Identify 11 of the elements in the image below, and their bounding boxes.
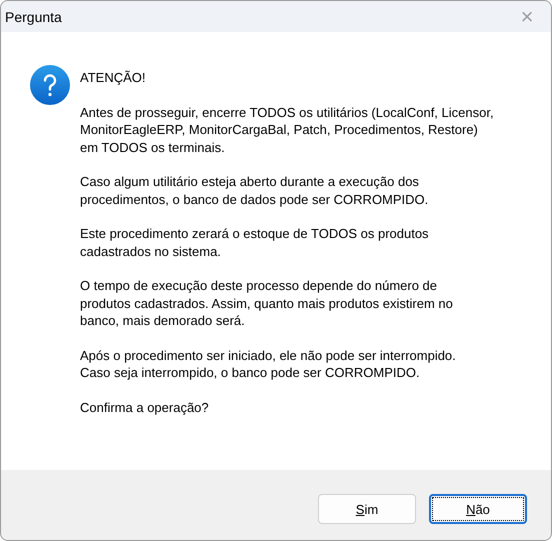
window-title: Pergunta [5,8,62,24]
message-paragraph: Este procedimento zerará o estoque de TODOS os produtos cadastrados no sistema. [80,225,430,260]
dialog-button[interactable]: Sim [318,494,416,524]
message-paragraph: Caso algum utilitário esteja aberto durante a execução dos procedimentos, o banco de dados pode ser CORROMPIDO. [80,173,430,208]
question-icon [30,65,70,105]
message-paragraph: Após o procedimento ser iniciado, ele não pode ser interrompido. Caso seja interrompido, o banco pode ser CORROMPIDO. [80,346,457,382]
message-heading: ATENÇÃO! [80,69,146,86]
dialog-button[interactable]: Não [429,494,527,524]
message-paragraph: O tempo de execução deste processo depende do número de produtos cadastrados. Assim, quanto mais produtos existirem no banco, mais demorado será. [80,277,454,330]
message-paragraph: Confirma a operação? [80,398,210,416]
message-paragraph: Antes de prosseguir, encerre TODOS os utilitários (LocalConf, Licensor, MonitorEagleERP, MonitorCargaBal, Patch, Procedimentos, Restore) em TODOS os terminais. [80,104,494,156]
